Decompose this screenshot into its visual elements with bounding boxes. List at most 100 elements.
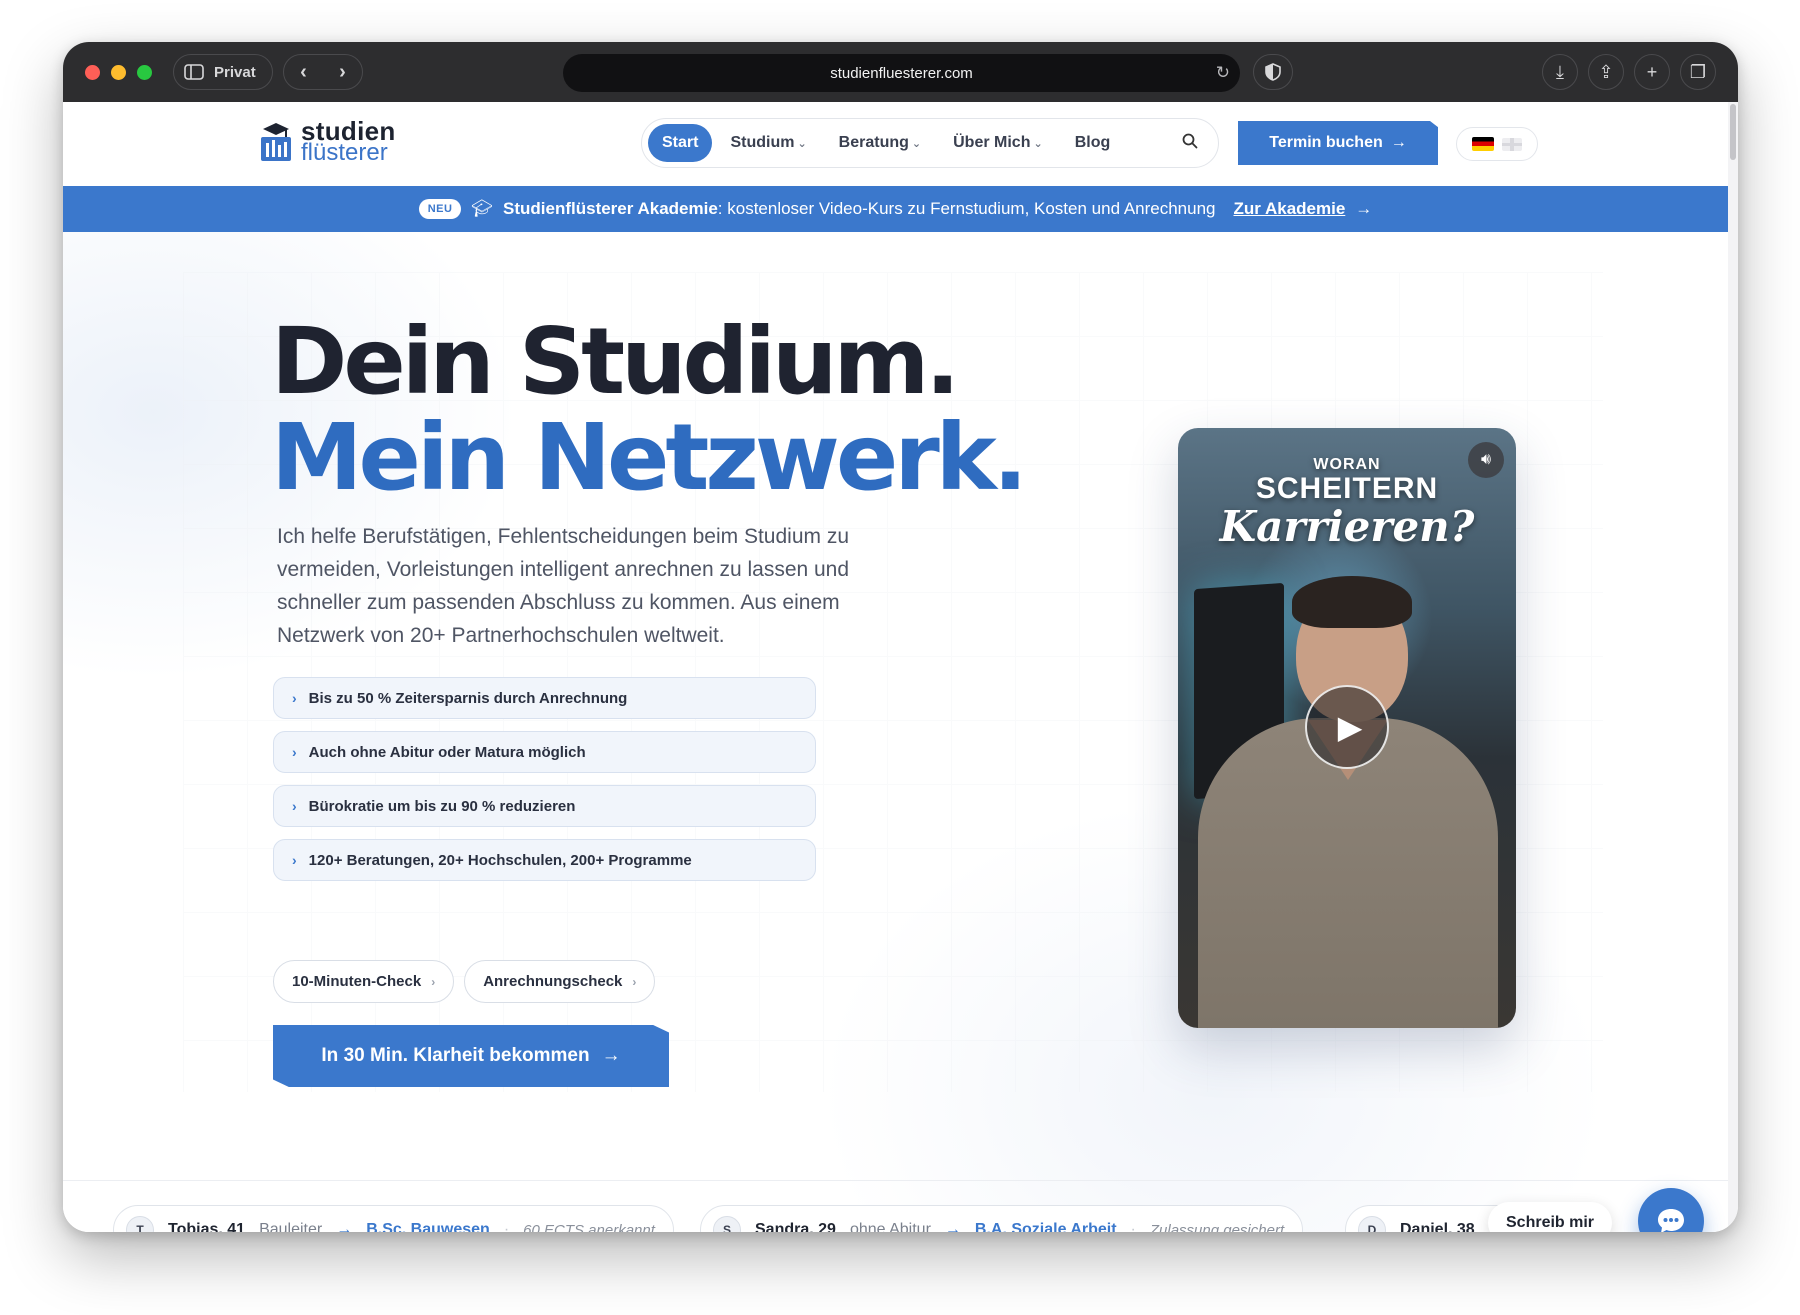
benefit-label: Bis zu 50 % Zeitersparnis durch Anrechnu… <box>308 689 628 707</box>
avatar: D <box>1358 1216 1386 1232</box>
video-title-mid: SCHEITERN <box>1255 472 1439 505</box>
arrow-right-icon: → <box>1390 134 1407 151</box>
share-icon[interactable]: ⇪ <box>1588 54 1624 90</box>
avatar: T <box>126 1216 154 1232</box>
arrow-right-icon: → <box>336 1221 353 1232</box>
site-logo[interactable]: studien flüsterer <box>259 118 396 165</box>
chevron-right-icon: › <box>292 852 297 868</box>
url-text: studienfluesterer.com <box>830 64 973 82</box>
nav-item-label: Beratung <box>838 134 909 151</box>
testimonial-chip: T Tobias, 41 Bauleiter → B.Sc. Bauwesen … <box>113 1205 674 1232</box>
nav-item-label: Studium <box>730 134 795 151</box>
private-tab-button[interactable]: Privat <box>173 54 273 90</box>
tabs-overview-icon[interactable]: ❐ <box>1680 54 1716 90</box>
shield-icon <box>1265 63 1281 81</box>
quick-check-pills: 10-Minuten-Check › Anrechnungscheck › <box>273 960 656 1003</box>
testimonial-note: 60 ECTS anerkannt <box>523 1221 655 1233</box>
search-icon[interactable] <box>1168 125 1212 162</box>
announcement-banner: NEU 🎓︎ Studienflüsterer Akademie: kosten… <box>63 186 1728 232</box>
get-clarity-button[interactable]: In 30 Min. Klarheit bekommen → <box>273 1025 669 1087</box>
benefit-list: › Bis zu 50 % Zeitersparnis durch Anrechn… <box>273 677 816 881</box>
sidebar-icon <box>184 64 204 80</box>
privacy-report-button[interactable] <box>1253 54 1293 90</box>
video-title-script: Karrieren? <box>1219 502 1475 551</box>
scrollbar-thumb[interactable] <box>1730 104 1736 160</box>
banner-description: : kostenloser Video-Kurs zu Fernstudium,… <box>717 199 1216 218</box>
testimonial-name: Daniel, 38 <box>1400 1221 1475 1232</box>
pill-label: 10-Minuten-Check <box>292 973 422 990</box>
intro-video[interactable]: WORAN SCHEITERN Karrieren? 🔊︎ ▶ <box>1178 428 1516 1028</box>
speaker-icon[interactable]: 🔊︎ <box>1468 442 1504 478</box>
chevron-right-icon: › <box>292 798 297 814</box>
uk-flag-icon[interactable] <box>1502 137 1522 151</box>
chevron-right-icon: › <box>632 974 637 989</box>
nav-item-ueber-mich[interactable]: Über Mich ⌄ <box>939 124 1057 162</box>
ticker-divider <box>63 1180 1728 1181</box>
video-title-overlay: WORAN SCHEITERN Karrieren? <box>1178 456 1516 550</box>
nav-item-start[interactable]: Start <box>648 124 713 162</box>
history-nav: ‹ › <box>283 54 363 90</box>
benefit-label: Bürokratie um bis zu 90 % reduzieren <box>308 797 576 815</box>
chevron-down-icon: ⌄ <box>797 138 807 150</box>
new-tab-icon[interactable]: + <box>1634 54 1670 90</box>
minimize-window-button[interactable] <box>111 65 126 80</box>
ten-minute-check-button[interactable]: 10-Minuten-Check › <box>273 960 455 1003</box>
chevron-right-icon: › <box>292 690 297 706</box>
browser-titlebar: Privat ‹ › studienfluesterer.com ↻ ⤓ ⇪ +… <box>63 42 1738 102</box>
chevron-right-icon[interactable]: › <box>339 61 346 84</box>
benefit-item[interactable]: › Bis zu 50 % Zeitersparnis durch Anrechn… <box>273 677 816 719</box>
testimonial-role: Bauleiter <box>259 1221 323 1232</box>
banner-title: Studienflüsterer Akademie <box>503 199 718 218</box>
page-scrollbar[interactable] <box>1728 102 1738 1232</box>
logo-mark-icon <box>259 121 293 163</box>
chevron-right-icon: › <box>292 744 297 760</box>
play-icon[interactable]: ▶ <box>1305 685 1389 769</box>
language-switcher <box>1456 127 1538 161</box>
benefit-label: 120+ Beratungen, 20+ Hochschulen, 200+ P… <box>308 851 692 869</box>
browser-window: Privat ‹ › studienfluesterer.com ↻ ⤓ ⇪ +… <box>63 42 1738 1232</box>
benefit-item[interactable]: › Bürokratie um bis zu 90 % reduzieren <box>273 785 816 827</box>
book-appointment-button[interactable]: Termin buchen → <box>1238 121 1438 165</box>
separator-dot: · <box>1130 1221 1136 1232</box>
page-viewport: studien flüsterer Start Studium ⌄ Beratun… <box>63 102 1728 1232</box>
browser-toolbar-right: ⤓ ⇪ + ❐ <box>1542 54 1716 90</box>
testimonial-chip: S Sandra, 29 ohne Abitur → B.A. Soziale … <box>700 1205 1304 1233</box>
get-clarity-label: In 30 Min. Klarheit bekommen <box>321 1045 590 1066</box>
window-controls <box>85 65 152 80</box>
book-appointment-label: Termin buchen <box>1269 134 1383 151</box>
site-header: studien flüsterer Start Studium ⌄ Beratun… <box>63 102 1728 186</box>
german-flag-icon[interactable] <box>1472 137 1494 151</box>
download-icon[interactable]: ⤓ <box>1542 54 1578 90</box>
nav-item-label: Über Mich <box>953 134 1031 151</box>
close-window-button[interactable] <box>85 65 100 80</box>
hero-title-line1: Dein Studium. <box>271 308 960 415</box>
private-label: Privat <box>214 63 256 81</box>
testimonial-role: ohne Abitur <box>849 1221 931 1232</box>
graduation-cap-icon: 🎓︎ <box>471 199 494 218</box>
credit-check-button[interactable]: Anrechnungscheck › <box>464 960 656 1003</box>
chat-bubble-icon <box>1658 1209 1684 1232</box>
nav-item-blog[interactable]: Blog <box>1061 124 1125 162</box>
academy-link[interactable]: Zur Akademie <box>1234 199 1346 219</box>
nav-item-beratung[interactable]: Beratung ⌄ <box>825 124 935 162</box>
new-badge: NEU <box>418 199 462 219</box>
chevron-right-icon: › <box>431 974 436 989</box>
arrow-right-icon: → <box>944 1221 961 1232</box>
chat-prompt-label[interactable]: Schreib mir <box>1488 1202 1613 1232</box>
reload-icon[interactable]: ↻ <box>1216 63 1230 83</box>
chevron-left-icon[interactable]: ‹ <box>300 61 307 84</box>
nav-item-studium[interactable]: Studium ⌄ <box>716 124 820 162</box>
hero-title: Dein Studium. Mein Netzwerk. <box>271 308 1028 511</box>
benefit-item[interactable]: › 120+ Beratungen, 20+ Hochschulen, 200+ … <box>273 839 816 881</box>
zoom-window-button[interactable] <box>137 65 152 80</box>
banner-text: Studienflüsterer Akademie: kostenloser V… <box>503 199 1215 219</box>
pill-label: Anrechnungscheck <box>483 973 623 990</box>
hero-lead-text: Ich helfe Berufstätigen, Fehlentscheidun… <box>277 525 850 647</box>
hero-title-line2: Mein Netzwerk. <box>271 404 1028 511</box>
chevron-down-icon: ⌄ <box>911 138 922 150</box>
testimonial-degree: B.Sc. Bauwesen <box>366 1221 490 1232</box>
testimonial-note: Zulassung gesichert <box>1149 1221 1285 1233</box>
testimonial-degree: B.A. Soziale Arbeit <box>974 1221 1117 1232</box>
address-bar[interactable]: studienfluesterer.com ↻ <box>563 54 1240 92</box>
benefit-item[interactable]: › Auch ohne Abitur oder Matura möglich <box>273 731 816 773</box>
